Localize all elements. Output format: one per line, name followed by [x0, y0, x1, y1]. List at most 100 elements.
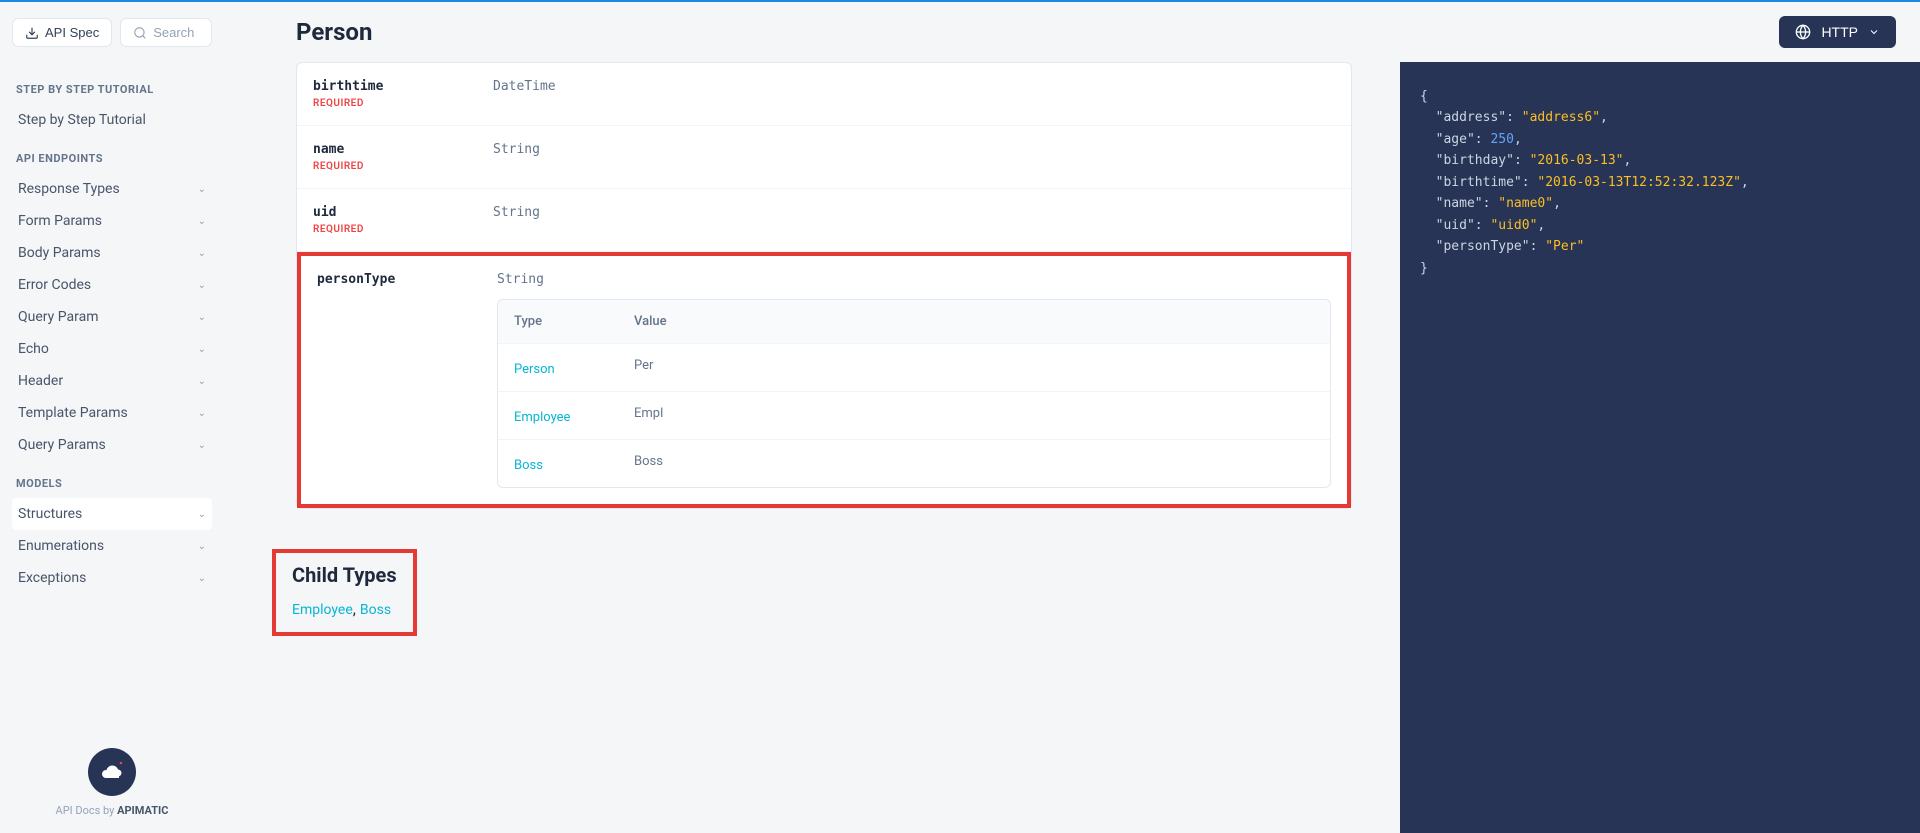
highlighted-region-child-types: Child Types Employee, Boss — [272, 549, 417, 636]
footer-text: API Docs by APIMATIC — [12, 804, 212, 817]
nav-label: Structures — [18, 506, 82, 522]
chevron-down-icon: ⌄ — [198, 248, 206, 259]
nav-label: Enumerations — [18, 538, 104, 554]
nav-label: Query Params — [18, 437, 106, 453]
field-name: personType — [317, 272, 497, 287]
nav-item-body-params[interactable]: Body Params ⌄ — [12, 237, 212, 269]
api-spec-button[interactable]: API Spec — [12, 18, 112, 47]
chevron-down-icon: ⌄ — [198, 280, 206, 291]
chevron-down-icon: ⌄ — [198, 541, 206, 552]
field-name: birthtime — [313, 79, 493, 94]
type-link-boss[interactable]: Boss — [514, 458, 543, 473]
table-row: Person Per — [498, 343, 1330, 391]
child-types-links: Employee, Boss — [276, 599, 397, 632]
search-button[interactable]: Search — [120, 18, 212, 47]
type-link-person[interactable]: Person — [514, 362, 555, 377]
nav-label: Header — [18, 373, 63, 389]
nav-label: Query Param — [18, 309, 98, 325]
field-name: name — [313, 142, 493, 157]
nav-item-step-by-step[interactable]: Step by Step Tutorial — [12, 104, 212, 136]
code-line: } — [1420, 258, 1900, 279]
chevron-down-icon: ⌄ — [198, 344, 206, 355]
chevron-down-icon — [1868, 26, 1880, 38]
field-row: personType String Type Value Person — [301, 256, 1347, 504]
nav-label: Template Params — [18, 405, 128, 421]
nav-label: Exceptions — [18, 570, 86, 586]
nav-label: Body Params — [18, 245, 101, 261]
page-title: Person — [296, 18, 372, 46]
search-icon — [133, 26, 147, 40]
chevron-down-icon: ⌄ — [198, 216, 206, 227]
code-line: "name": "name0", — [1420, 193, 1900, 214]
field-type: DateTime — [493, 79, 1335, 94]
type-value: Empl — [634, 406, 1314, 425]
section-title-models: MODELS — [16, 477, 208, 490]
child-types-heading: Child Types — [276, 563, 397, 587]
code-line: "birthday": "2016-03-13", — [1420, 150, 1900, 171]
download-icon — [25, 26, 39, 40]
code-line: "age": 250, — [1420, 129, 1900, 150]
chevron-down-icon: ⌄ — [198, 408, 206, 419]
code-line: "birthtime": "2016-03-13T12:52:32.123Z", — [1420, 172, 1900, 193]
nav-label: Step by Step Tutorial — [18, 112, 146, 128]
nav-item-form-params[interactable]: Form Params ⌄ — [12, 205, 212, 237]
field-type: String — [497, 272, 1331, 287]
code-panel: { "address": "address6", "age": 250, "bi… — [1400, 62, 1920, 833]
chevron-down-icon: ⌄ — [198, 509, 206, 520]
main: birthtime REQUIRED DateTime name REQUIRE… — [224, 2, 1920, 833]
nav-label: Echo — [18, 341, 49, 357]
nav-label: Form Params — [18, 213, 102, 229]
chevron-down-icon: ⌄ — [198, 440, 206, 451]
nav-item-query-param[interactable]: Query Param ⌄ — [12, 301, 212, 333]
child-type-link-employee[interactable]: Employee — [292, 602, 353, 618]
code-line: "address": "address6", — [1420, 107, 1900, 128]
nav-label: Response Types — [18, 181, 120, 197]
api-spec-label: API Spec — [45, 25, 99, 40]
nav-item-error-codes[interactable]: Error Codes⌄ — [12, 269, 212, 301]
nav-item-echo[interactable]: Echo ⌄ — [12, 333, 212, 365]
gear-icon — [116, 758, 126, 768]
nav-item-response-types[interactable]: Response Types⌄ — [12, 173, 212, 205]
field-name: uid — [313, 205, 493, 220]
field-required: REQUIRED — [313, 161, 493, 172]
logo — [88, 748, 136, 796]
table-row: Employee Empl — [498, 391, 1330, 439]
fields-card: birthtime REQUIRED DateTime name REQUIRE… — [296, 62, 1352, 509]
content: birthtime REQUIRED DateTime name REQUIRE… — [224, 62, 1400, 833]
section-title-endpoints: API ENDPOINTS — [16, 152, 208, 165]
child-type-link-boss[interactable]: Boss — [360, 602, 391, 618]
type-value: Boss — [634, 454, 1314, 473]
code-line: "uid": "uid0", — [1420, 215, 1900, 236]
nav-item-header[interactable]: Header ⌄ — [12, 365, 212, 397]
selector-label: HTTP — [1821, 24, 1858, 40]
nav-item-enumerations[interactable]: Enumerations ⌄ — [12, 530, 212, 562]
code-line: "personType": "Per" — [1420, 236, 1900, 257]
table-head: Type Value — [498, 300, 1330, 343]
sidebar-footer: API Docs by APIMATIC — [12, 748, 212, 817]
chevron-down-icon: ⌄ — [198, 312, 206, 323]
type-link-employee[interactable]: Employee — [514, 410, 570, 425]
field-required: REQUIRED — [313, 98, 493, 109]
language-selector[interactable]: HTTP — [1779, 16, 1896, 48]
sidebar-top: API Spec Search — [12, 18, 212, 47]
discriminator-table: Type Value Person Per Employee Empl — [497, 299, 1331, 488]
separator: , — [353, 599, 360, 618]
section-title-tutorial: STEP BY STEP TUTORIAL — [16, 83, 208, 96]
highlighted-region: personType String Type Value Person — [297, 252, 1351, 508]
field-type: String — [493, 205, 1335, 220]
nav-item-template-params[interactable]: Template Params ⌄ — [12, 397, 212, 429]
table-header-type: Type — [514, 314, 634, 329]
field-row: birthtime REQUIRED DateTime — [297, 63, 1351, 126]
field-row: uid REQUIRED String — [297, 189, 1351, 252]
type-value: Per — [634, 358, 1314, 377]
chevron-down-icon: ⌄ — [198, 573, 206, 584]
sidebar: API Spec Search STEP BY STEP TUTORIAL St… — [0, 2, 224, 833]
field-required: REQUIRED — [313, 224, 493, 235]
code-line: { — [1420, 86, 1900, 107]
nav-item-exceptions[interactable]: Exceptions ⌄ — [12, 562, 212, 594]
nav-item-query-params[interactable]: Query Params ⌄ — [12, 429, 212, 461]
field-type: String — [493, 142, 1335, 157]
nav-item-structures[interactable]: Structures ⌄ — [12, 498, 212, 530]
chevron-down-icon: ⌄ — [198, 376, 206, 387]
globe-icon — [1795, 24, 1811, 40]
